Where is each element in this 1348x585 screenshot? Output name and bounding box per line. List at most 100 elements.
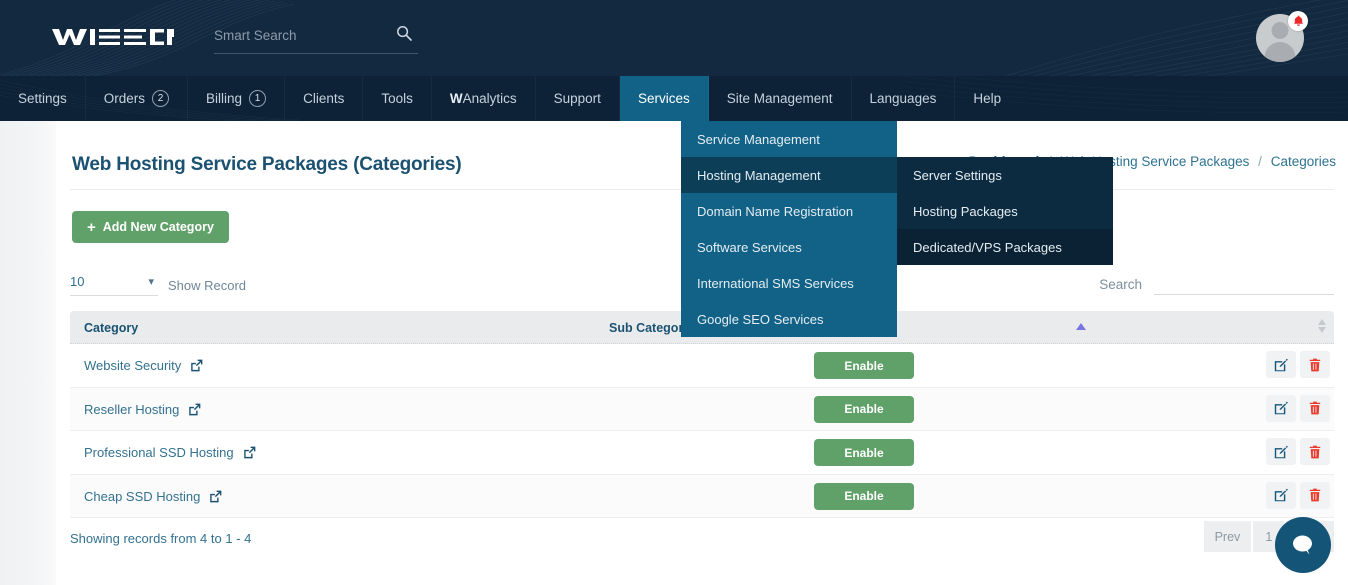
show-record-control: 10 ▾ Show Record — [70, 273, 246, 296]
table-row: Professional SSD Hosting Enable — [70, 431, 1334, 475]
header-wave-decoration — [0, 0, 1348, 76]
records-summary: Showing records from 4 to 1 - 4 — [70, 531, 252, 546]
sort-up-arrow — [1318, 319, 1326, 325]
main-navigation: Settings Orders 2 Billing 1 Clients Tool… — [0, 76, 1348, 121]
chat-bubble-icon — [1293, 535, 1312, 555]
wisecp-logo[interactable] — [52, 26, 174, 48]
sort-down-arrow — [1318, 327, 1326, 333]
submenu-item-dedicated-vps-packages[interactable]: Dedicated/VPS Packages — [897, 229, 1113, 265]
hosting-management-submenu: Server Settings Hosting Packages Dedicat… — [897, 157, 1113, 265]
delete-button[interactable] — [1300, 438, 1330, 465]
delete-button[interactable] — [1300, 394, 1330, 422]
search-input[interactable] — [214, 22, 384, 48]
table-search-label: Search — [1099, 277, 1142, 292]
trash-icon — [1309, 358, 1321, 371]
delete-button[interactable] — [1300, 351, 1330, 378]
status-badge[interactable]: Enable — [814, 439, 914, 466]
chat-button[interactable] — [1275, 517, 1331, 573]
breadcrumb-separator: / — [1258, 154, 1262, 169]
nav-item-billing[interactable]: Billing 1 — [188, 76, 286, 121]
column-label: Sub Category — [609, 320, 691, 335]
breadcrumb-current: Categories — [1270, 154, 1336, 169]
sort-ascending-icon[interactable] — [1076, 323, 1086, 330]
status-badge[interactable]: Enable — [814, 395, 914, 423]
bell-icon — [1293, 15, 1303, 26]
notification-badge[interactable] — [1288, 11, 1308, 31]
nav-label: Site Management — [726, 91, 833, 106]
nav-item-clients[interactable]: Clients — [285, 76, 364, 121]
row-actions — [1266, 394, 1330, 422]
nav-label: Billing — [206, 91, 243, 106]
plus-icon: + — [87, 218, 96, 236]
add-new-category-button[interactable]: + Add New Category — [72, 211, 229, 243]
table-search-control: Search — [1099, 273, 1334, 295]
cell-category: Cheap SSD Hosting — [84, 475, 222, 519]
submenu-item-server-settings[interactable]: Server Settings — [897, 157, 1113, 193]
smart-search-box[interactable] — [214, 22, 418, 54]
search-icon[interactable] — [396, 25, 412, 41]
dropdown-item-international-sms-services[interactable]: International SMS Services — [681, 265, 897, 301]
records-per-page-select[interactable]: 10 ▾ — [70, 273, 158, 296]
edit-icon — [1274, 488, 1288, 502]
nav-item-help[interactable]: Help — [955, 76, 1019, 121]
external-link-icon[interactable] — [188, 403, 201, 416]
nav-item-services[interactable]: Services — [619, 76, 709, 121]
sort-toggle-icon[interactable] — [1318, 319, 1326, 333]
dropdown-item-google-seo-services[interactable]: Google SEO Services — [681, 301, 897, 337]
avatar-area[interactable] — [1256, 11, 1308, 62]
column-label: Category — [84, 320, 139, 335]
row-actions — [1266, 438, 1330, 465]
delete-button[interactable] — [1300, 481, 1330, 509]
submenu-item-hosting-packages[interactable]: Hosting Packages — [897, 193, 1113, 229]
edit-button[interactable] — [1266, 438, 1296, 465]
nav-item-analytics[interactable]: W Analytics — [432, 76, 536, 121]
dropdown-item-domain-name-registration[interactable]: Domain Name Registration — [681, 193, 897, 229]
trash-icon — [1309, 445, 1321, 458]
row-actions — [1266, 351, 1330, 378]
trash-icon — [1309, 401, 1321, 415]
category-name[interactable]: Professional SSD Hosting — [84, 445, 234, 460]
edit-button[interactable] — [1266, 394, 1296, 422]
app-root: Settings Orders 2 Billing 1 Clients Tool… — [0, 0, 1348, 585]
show-record-label: Show Record — [168, 278, 247, 293]
nav-item-site-management[interactable]: Site Management — [709, 76, 852, 121]
nav-label: Help — [973, 91, 1002, 106]
edit-button[interactable] — [1266, 481, 1296, 509]
nav-label: Orders — [103, 91, 146, 106]
nav-item-languages[interactable]: Languages — [852, 76, 956, 121]
table-search-input[interactable] — [1154, 273, 1334, 295]
dropdown-item-label: Domain Name Registration — [697, 203, 854, 219]
category-name[interactable]: Reseller Hosting — [84, 402, 179, 417]
nav-item-tools[interactable]: Tools — [363, 76, 432, 121]
pagination-prev[interactable]: Prev — [1203, 521, 1252, 552]
dropdown-item-service-management[interactable]: Service Management — [681, 121, 897, 157]
cell-category: Professional SSD Hosting — [84, 431, 256, 475]
nav-item-orders[interactable]: Orders 2 — [86, 76, 189, 121]
row-actions — [1266, 481, 1330, 509]
external-link-icon[interactable] — [190, 359, 203, 372]
avatar-body — [1264, 42, 1296, 62]
column-header-sub-category[interactable]: Sub Category — [609, 311, 690, 344]
dropdown-item-software-services[interactable]: Software Services — [681, 229, 897, 265]
dropdown-item-hosting-management[interactable]: Hosting Management — [681, 157, 897, 193]
nav-item-settings[interactable]: Settings — [0, 76, 86, 121]
column-header-category[interactable]: Category — [84, 311, 138, 344]
external-link-icon[interactable] — [243, 446, 256, 459]
logo-mark — [52, 29, 174, 45]
table-row: Cheap SSD Hosting Enable — [70, 474, 1334, 519]
dropdown-item-label: Hosting Management — [697, 167, 821, 183]
top-header — [0, 0, 1348, 76]
status-badge[interactable]: Enable — [814, 352, 914, 379]
category-name[interactable]: Cheap SSD Hosting — [84, 489, 200, 504]
chevron-down-icon: ▾ — [148, 276, 154, 288]
external-link-icon[interactable] — [209, 490, 222, 503]
category-name[interactable]: Website Security — [84, 358, 181, 373]
page-title: Web Hosting Service Packages (Categories… — [72, 154, 462, 175]
nav-label: Analytics — [462, 91, 517, 106]
edit-button[interactable] — [1266, 351, 1296, 378]
trash-icon — [1309, 488, 1321, 502]
nav-item-support[interactable]: Support — [536, 76, 620, 121]
nav-label: Services — [637, 91, 690, 106]
status-badge[interactable]: Enable — [814, 482, 914, 510]
edit-icon — [1274, 358, 1288, 371]
